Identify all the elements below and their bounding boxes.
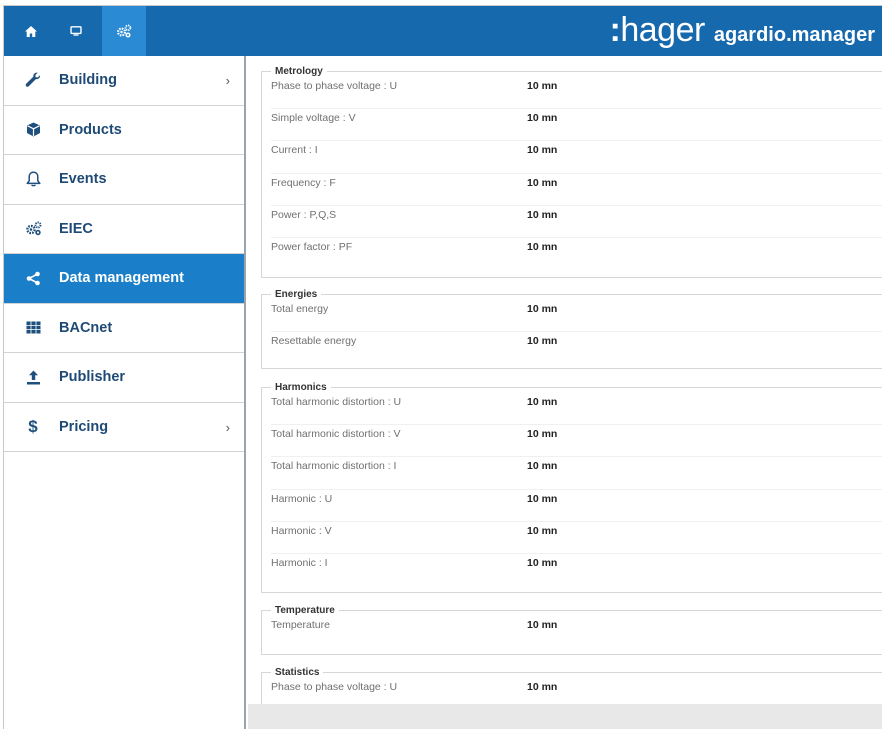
chevron-right-icon: › (225, 419, 230, 435)
group-temperature: Temperature Temperature 10 mn (261, 605, 882, 655)
gears-icon (24, 220, 42, 238)
home-icon (25, 25, 37, 37)
top-bar: :hager agardio.manager (4, 6, 882, 56)
group-metrology: Metrology Phase to phase voltage : U 10 m… (261, 66, 882, 278)
group-energies: Energies Total energy 10 mn Resettable en… (261, 289, 882, 369)
parameter-name: Power : P,Q,S (271, 208, 337, 221)
parameter-value: 10 mn (527, 335, 558, 348)
bell-icon (24, 170, 42, 188)
list-item[interactable]: Total energy 10 mn (262, 300, 882, 333)
parameter-name: Harmonic : U (271, 492, 333, 505)
brand: :hager agardio.manager (610, 11, 875, 53)
app-window: :hager agardio.manager Building › Produc… (3, 5, 882, 729)
group-harmonics: Harmonics Total harmonic distortion : U 1… (261, 382, 882, 593)
parameter-value: 10 mn (527, 681, 558, 693)
app-name: agardio.manager (713, 24, 875, 46)
sidebar-item-building[interactable]: Building › (4, 56, 244, 106)
list-item[interactable]: Current : I 10 mn (262, 141, 882, 174)
chevron-right-icon: › (225, 73, 230, 88)
monitor-button[interactable] (57, 6, 95, 56)
sidebar-item-products[interactable]: Products (4, 106, 244, 155)
list-item[interactable]: Total harmonic distortion : V 10 mn (262, 425, 882, 458)
list-item[interactable]: Power factor : PF 10 mn (262, 238, 882, 270)
sidebar-item-label: Data management (59, 270, 184, 287)
parameter-value: 10 mn (527, 492, 558, 505)
parameter-value: 10 mn (527, 428, 558, 441)
sidebar-item-pricing[interactable]: $ Pricing › (4, 403, 244, 452)
list-item[interactable]: Total harmonic distortion : U 10 mn (262, 393, 882, 426)
list-item[interactable]: Harmonic : U 10 mn (262, 490, 882, 522)
parameter-value: 10 mn (527, 303, 558, 315)
parameter-name: Harmonic : V (271, 524, 332, 537)
parameter-name: Total harmonic distortion : I (271, 460, 397, 473)
sidebar-item-label: Building (59, 72, 117, 89)
sidebar-item-label: Events (59, 171, 107, 188)
parameter-name: Resettable energy (271, 335, 357, 348)
list-item[interactable]: Power : P,Q,S 10 mn (262, 206, 882, 238)
list-item[interactable]: Temperature 10 mn (262, 616, 882, 648)
parameter-value: 10 mn (527, 112, 558, 125)
footer-bar (248, 704, 882, 729)
main-content: Metrology Phase to phase voltage : U 10 m… (248, 56, 882, 729)
parameter-value: 10 mn (527, 396, 558, 408)
group-title: Energies (275, 289, 318, 300)
parameter-name: Total harmonic distortion : U (271, 396, 402, 408)
parameter-name: Total harmonic distortion : V (271, 428, 401, 441)
parameter-value: 10 mn (527, 460, 558, 473)
list-item[interactable]: Phase to phase voltage : U 10 mn (262, 77, 882, 110)
parameter-value: 10 mn (527, 208, 558, 221)
parameter-value: 10 mn (527, 80, 558, 92)
parameter-value: 10 mn (527, 144, 558, 157)
parameter-name: Frequency : F (271, 176, 336, 189)
sidebar-item-label: Publisher (59, 369, 126, 386)
group-title: Temperature (275, 605, 335, 616)
parameter-name: Current : I (271, 144, 318, 157)
sidebar-item-label: Pricing (59, 418, 109, 435)
sidebar-item-bacnet[interactable]: BACnet (4, 304, 244, 353)
parameter-name: Phase to phase voltage : U (271, 681, 398, 693)
sidebar-item-publisher[interactable]: Publisher (4, 353, 244, 403)
parameter-name: Temperature (271, 619, 330, 631)
parameter-name: Total energy (271, 303, 329, 315)
parameter-value: 10 mn (527, 176, 558, 189)
parameter-value: 10 mn (527, 619, 558, 631)
sidebar-item-eiec[interactable]: EIEC (4, 205, 244, 254)
list-item[interactable]: Frequency : F 10 mn (262, 174, 882, 206)
sidebar-item-label: Products (59, 121, 122, 138)
parameter-name: Simple voltage : V (271, 112, 356, 125)
sidebar-item-label: EIEC (59, 220, 93, 237)
list-item[interactable]: Harmonic : V 10 mn (262, 522, 882, 554)
grid-icon (24, 319, 42, 337)
monitor-icon (70, 26, 82, 36)
group-title: Statistics (275, 667, 320, 678)
cube-icon (24, 121, 42, 139)
list-item[interactable]: Total harmonic distortion : I 10 mn (262, 457, 882, 490)
settings-button[interactable] (102, 6, 146, 56)
hager-logo: :hager (609, 11, 706, 49)
parameter-name: Phase to phase voltage : U (271, 80, 398, 92)
group-title: Harmonics (275, 382, 327, 393)
group-title: Metrology (275, 66, 323, 77)
parameter-value: 10 mn (527, 240, 558, 253)
parameter-value: 10 mn (527, 556, 558, 569)
parameter-name: Harmonic : I (271, 556, 328, 569)
upload-icon (24, 368, 42, 386)
sidebar: Building › Products Events EIEC Data man… (4, 56, 246, 729)
parameter-value: 10 mn (527, 524, 558, 537)
dollar-icon: $ (28, 416, 38, 436)
sidebar-item-data-management[interactable]: Data management (4, 254, 244, 304)
share-icon (24, 269, 42, 287)
list-item[interactable]: Harmonic : I 10 mn (262, 554, 882, 586)
list-item[interactable]: Simple voltage : V 10 mn (262, 109, 882, 142)
wrench-icon (24, 71, 42, 89)
home-button[interactable] (12, 6, 50, 56)
list-item[interactable]: Resettable energy 10 mn (262, 332, 882, 364)
settings-icon (116, 24, 132, 38)
sidebar-item-events[interactable]: Events (4, 155, 244, 205)
parameter-name: Power factor : PF (271, 240, 353, 253)
sidebar-item-label: BACnet (59, 319, 113, 336)
